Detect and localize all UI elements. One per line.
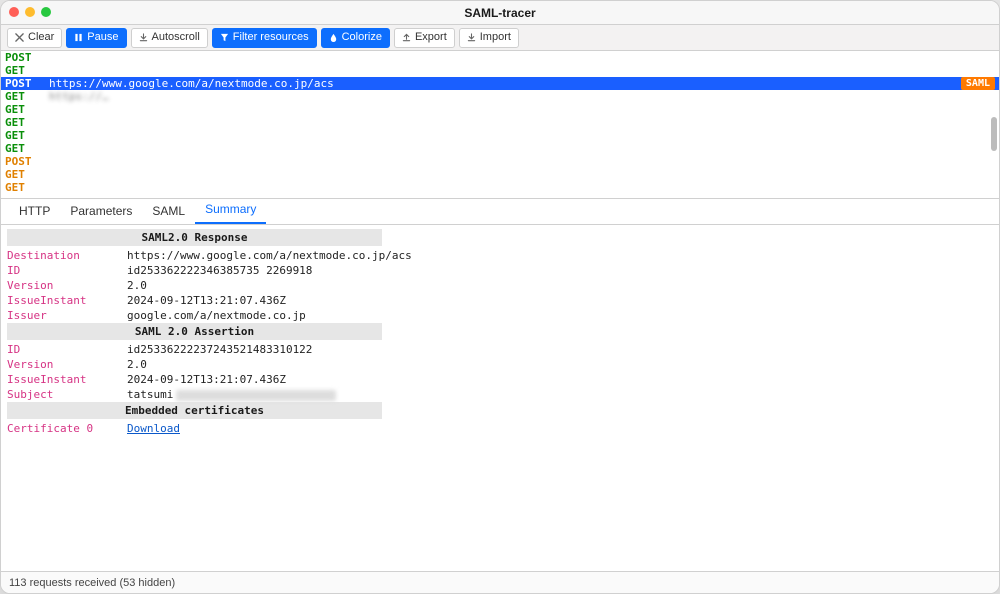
request-row[interactable]: GEThttps://…: [1, 90, 999, 103]
http-method: GET: [5, 129, 49, 142]
x-icon: [15, 33, 24, 42]
filter-label: Filter resources: [233, 32, 309, 43]
field-label: Certificate 0: [7, 422, 107, 435]
http-method: GET: [5, 90, 49, 103]
request-row[interactable]: GET: [1, 103, 999, 116]
clear-button[interactable]: Clear: [7, 28, 62, 48]
field-label: IssueInstant: [7, 373, 107, 386]
field-value: 2024-09-12T13:21:07.436Z: [127, 373, 286, 386]
field-value: 2024-09-12T13:21:07.436Z: [127, 294, 286, 307]
http-method: GET: [5, 103, 49, 116]
field-label: ID: [7, 264, 107, 277]
download-cert-link[interactable]: Download: [127, 422, 180, 435]
request-row[interactable]: GET: [1, 116, 999, 129]
field-label: Version: [7, 358, 107, 371]
clear-label: Clear: [28, 32, 54, 43]
http-method: GET: [5, 142, 49, 155]
toolbar: Clear Pause Autoscroll Filter resources …: [1, 25, 999, 51]
field-label: IssueInstant: [7, 294, 107, 307]
section-header-certificates: Embedded certificates: [7, 402, 382, 419]
field-value: id253362222346385735 2269918: [127, 264, 312, 277]
scrollbar-thumb[interactable]: [991, 117, 997, 151]
app-window: SAML-tracer Clear Pause Autoscroll Filte…: [0, 0, 1000, 594]
close-window-icon[interactable]: [9, 7, 19, 17]
titlebar: SAML-tracer: [1, 1, 999, 25]
status-bar: 113 requests received (53 hidden): [1, 571, 999, 593]
import-label: Import: [480, 32, 511, 43]
http-method: GET: [5, 181, 49, 194]
http-method: GET: [5, 168, 49, 181]
pause-label: Pause: [87, 32, 118, 43]
import-button[interactable]: Import: [459, 28, 519, 48]
download-icon: [139, 33, 148, 42]
http-method: POST: [5, 155, 49, 168]
droplet-icon: [329, 33, 338, 42]
field-value: https://www.google.com/a/nextmode.co.jp/…: [127, 249, 412, 262]
saml-badge: SAML: [961, 77, 995, 90]
field-value: tatsumi: [127, 388, 336, 401]
section-header-assertion: SAML 2.0 Assertion: [7, 323, 382, 340]
tab-parameters[interactable]: Parameters: [60, 198, 142, 224]
field-value: id25336222237243521483310122: [127, 343, 312, 356]
section-header-response: SAML2.0 Response: [7, 229, 382, 246]
http-method: GET: [5, 116, 49, 129]
tab-saml[interactable]: SAML: [142, 198, 195, 224]
field-value: 2.0: [127, 279, 147, 292]
http-method: GET: [5, 64, 49, 77]
tab-summary[interactable]: Summary: [195, 196, 266, 224]
funnel-icon: [220, 33, 229, 42]
request-row[interactable]: POST: [1, 51, 999, 64]
colorize-button[interactable]: Colorize: [321, 28, 390, 48]
export-label: Export: [415, 32, 447, 43]
request-url: https://www.google.com/a/nextmode.co.jp/…: [49, 77, 961, 90]
request-row[interactable]: GET: [1, 129, 999, 142]
field-label: Subject: [7, 388, 107, 401]
http-method: POST: [5, 77, 49, 90]
tab-http[interactable]: HTTP: [9, 198, 60, 224]
pause-icon: [74, 33, 83, 42]
http-method: POST: [5, 51, 49, 64]
window-controls: [9, 7, 51, 17]
detail-tabs: HTTP Parameters SAML Summary: [1, 199, 999, 225]
colorize-label: Colorize: [342, 32, 382, 43]
request-list[interactable]: POST GET: [1, 51, 999, 199]
field-label: Version: [7, 279, 107, 292]
request-row[interactable]: GET: [1, 142, 999, 155]
field-value: google.com/a/nextmode.co.jp: [127, 309, 306, 322]
autoscroll-button[interactable]: Autoscroll: [131, 28, 208, 48]
request-row[interactable]: GET: [1, 181, 999, 194]
field-value: 2.0: [127, 358, 147, 371]
field-label: ID: [7, 343, 107, 356]
detail-panel: SAML2.0 Response Destination https://www.…: [1, 225, 999, 571]
request-row[interactable]: GET: [1, 168, 999, 181]
request-row[interactable]: POSThttps://www.google.com/a/nextmode.co…: [1, 77, 999, 90]
status-text: 113 requests received (53 hidden): [9, 577, 175, 589]
request-url: https://…: [49, 90, 995, 103]
upload-icon: [402, 33, 411, 42]
autoscroll-label: Autoscroll: [152, 32, 200, 43]
request-row[interactable]: GET: [1, 64, 999, 77]
export-button[interactable]: Export: [394, 28, 455, 48]
field-label: Issuer: [7, 309, 107, 322]
field-value: Download: [127, 422, 180, 435]
pause-button[interactable]: Pause: [66, 28, 126, 48]
field-label: Destination: [7, 249, 107, 262]
window-title: SAML-tracer: [464, 6, 535, 20]
maximize-window-icon[interactable]: [41, 7, 51, 17]
minimize-window-icon[interactable]: [25, 7, 35, 17]
request-row[interactable]: POST: [1, 155, 999, 168]
download-icon: [467, 33, 476, 42]
filter-button[interactable]: Filter resources: [212, 28, 317, 48]
